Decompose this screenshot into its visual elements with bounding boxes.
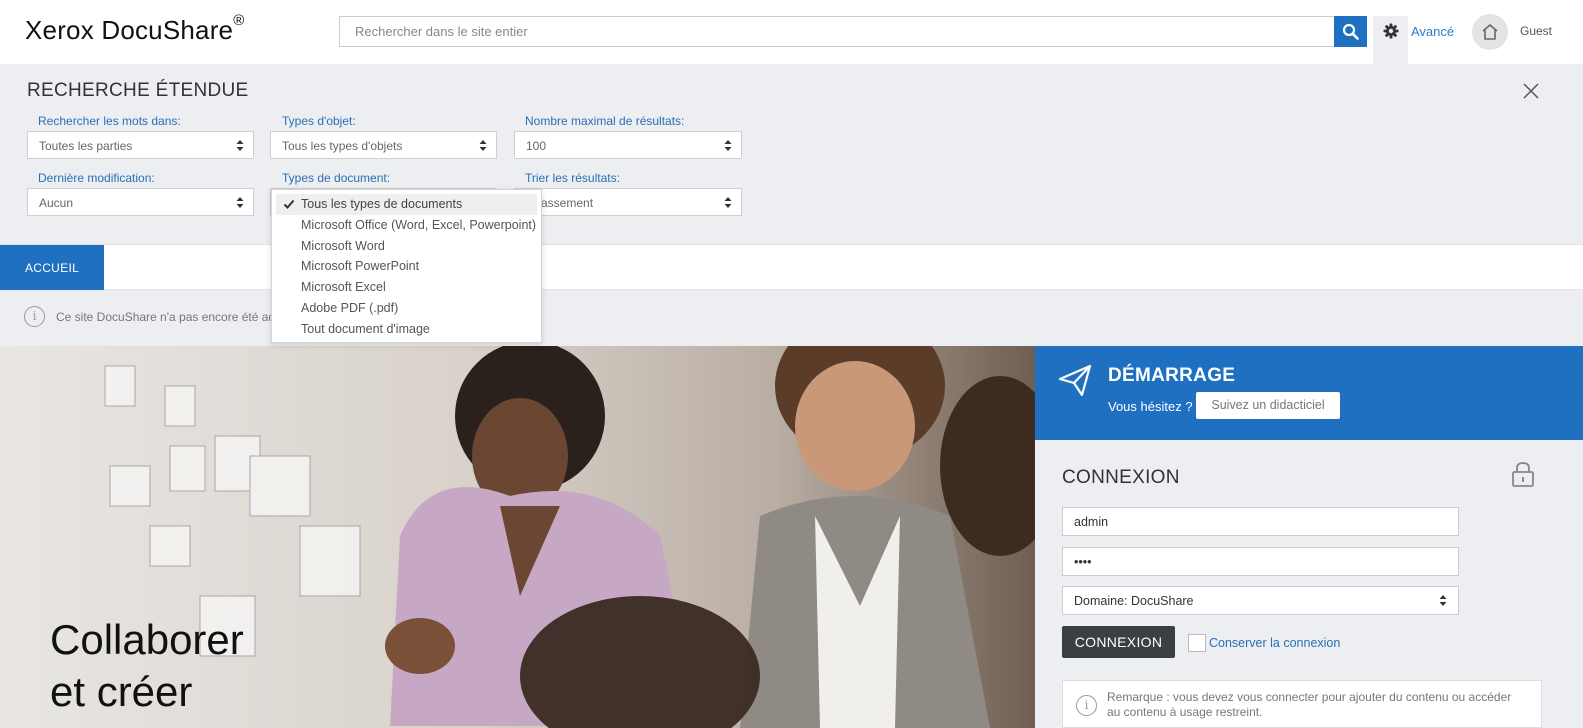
search-icon [1342,23,1359,40]
sort-results-select[interactable]: assement [514,188,742,216]
updown-arrow-icon [1439,595,1447,606]
advanced-search-link[interactable]: Avancé [1411,24,1454,39]
login-title: CONNEXION [1062,467,1180,488]
max-results-select[interactable]: 100 [514,131,742,159]
username-input[interactable]: admin [1062,507,1459,536]
info-icon: i [24,306,45,327]
remark-text: Remarque : vous devez vous connecter pou… [1107,690,1512,719]
updown-arrow-icon [236,197,244,208]
activation-notice: i Ce site DocuShare n'a pas encore été a… [0,290,1583,346]
updown-arrow-icon [724,197,732,208]
document-type-option[interactable]: Adobe PDF (.pdf) [272,298,541,319]
updown-arrow-icon [236,140,244,151]
document-type-option[interactable]: Tout document d'image [272,319,541,340]
getting-started-panel: DÉMARRAGE Vous hésitez ? Suivez un didac… [1035,346,1583,440]
updown-arrow-icon [479,140,487,151]
max-results-label: Nombre maximal de résultats: [525,114,685,128]
top-header: Xerox DocuShare® Rechercher dans le site… [0,0,1583,64]
search-words-in-label: Rechercher les mots dans: [38,114,181,128]
tutorial-button[interactable]: Suivez un didacticiel [1196,392,1340,419]
lock-icon [1512,462,1534,487]
document-type-option[interactable]: Microsoft Excel [272,277,541,298]
advanced-search-panel: RECHERCHE ÉTENDUE Rechercher les mots da… [0,64,1583,244]
app-logo[interactable]: Xerox DocuShare® [25,12,245,46]
hero-image: Collaborer et créer [0,346,1035,728]
user-avatar[interactable] [1472,14,1508,50]
login-panel: CONNEXION admin •••• Domaine: DocuShare … [1035,440,1583,728]
login-button[interactable]: CONNEXION [1062,626,1175,658]
last-modified-select[interactable]: Aucun [27,188,254,216]
main-tab-bar: ACCUEIL [0,244,1583,291]
search-words-in-select[interactable]: Toutes les parties [27,131,254,159]
site-search-input[interactable]: Rechercher dans le site entier [339,16,1335,47]
advanced-search-title: RECHERCHE ÉTENDUE [27,80,249,101]
login-remark: i Remarque : vous devez vous connecter p… [1062,680,1542,728]
search-button[interactable] [1334,16,1367,47]
document-type-option[interactable]: Tous les types de documents [276,194,537,215]
hero-caption: Collaborer et créer [50,616,244,715]
close-icon[interactable] [1522,82,1540,100]
getting-started-question: Vous hésitez ? [1108,399,1193,414]
remember-checkbox[interactable] [1188,634,1206,652]
document-type-option[interactable]: Microsoft PowerPoint [272,256,541,277]
last-modified-label: Dernière modification: [38,171,155,185]
document-types-label: Types de document: [282,171,391,185]
object-types-select[interactable]: Tous les types d'objets [270,131,497,159]
settings-button[interactable] [1373,16,1408,64]
document-type-option[interactable]: Microsoft Word [272,236,541,257]
password-input[interactable]: •••• [1062,547,1459,576]
home-icon [1482,24,1498,40]
tab-home[interactable]: ACCUEIL [0,245,104,291]
info-icon: i [1076,695,1097,716]
user-name[interactable]: Guest [1520,24,1552,38]
updown-arrow-icon [724,140,732,151]
getting-started-title: DÉMARRAGE [1108,365,1236,386]
check-icon [283,199,295,209]
sort-results-label: Trier les résultats: [525,171,620,185]
gear-icon [1383,23,1398,39]
remember-label[interactable]: Conserver la connexion [1209,636,1340,650]
notice-text: Ce site DocuShare n'a pas encore été act… [56,310,287,324]
paper-plane-icon [1058,364,1092,397]
domain-select[interactable]: Domaine: DocuShare [1062,586,1459,615]
document-types-dropdown: Tous les types de documents Microsoft Of… [271,189,542,343]
document-type-option[interactable]: Microsoft Office (Word, Excel, Powerpoin… [272,215,541,236]
object-types-label: Types d'objet: [282,114,356,128]
